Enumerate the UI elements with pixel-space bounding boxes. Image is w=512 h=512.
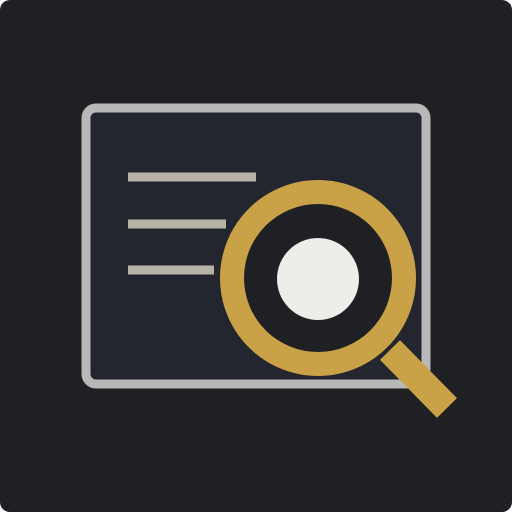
document-search-icon: [0, 0, 512, 512]
lens-glint: [277, 238, 359, 320]
app-icon-tile: [0, 0, 512, 512]
